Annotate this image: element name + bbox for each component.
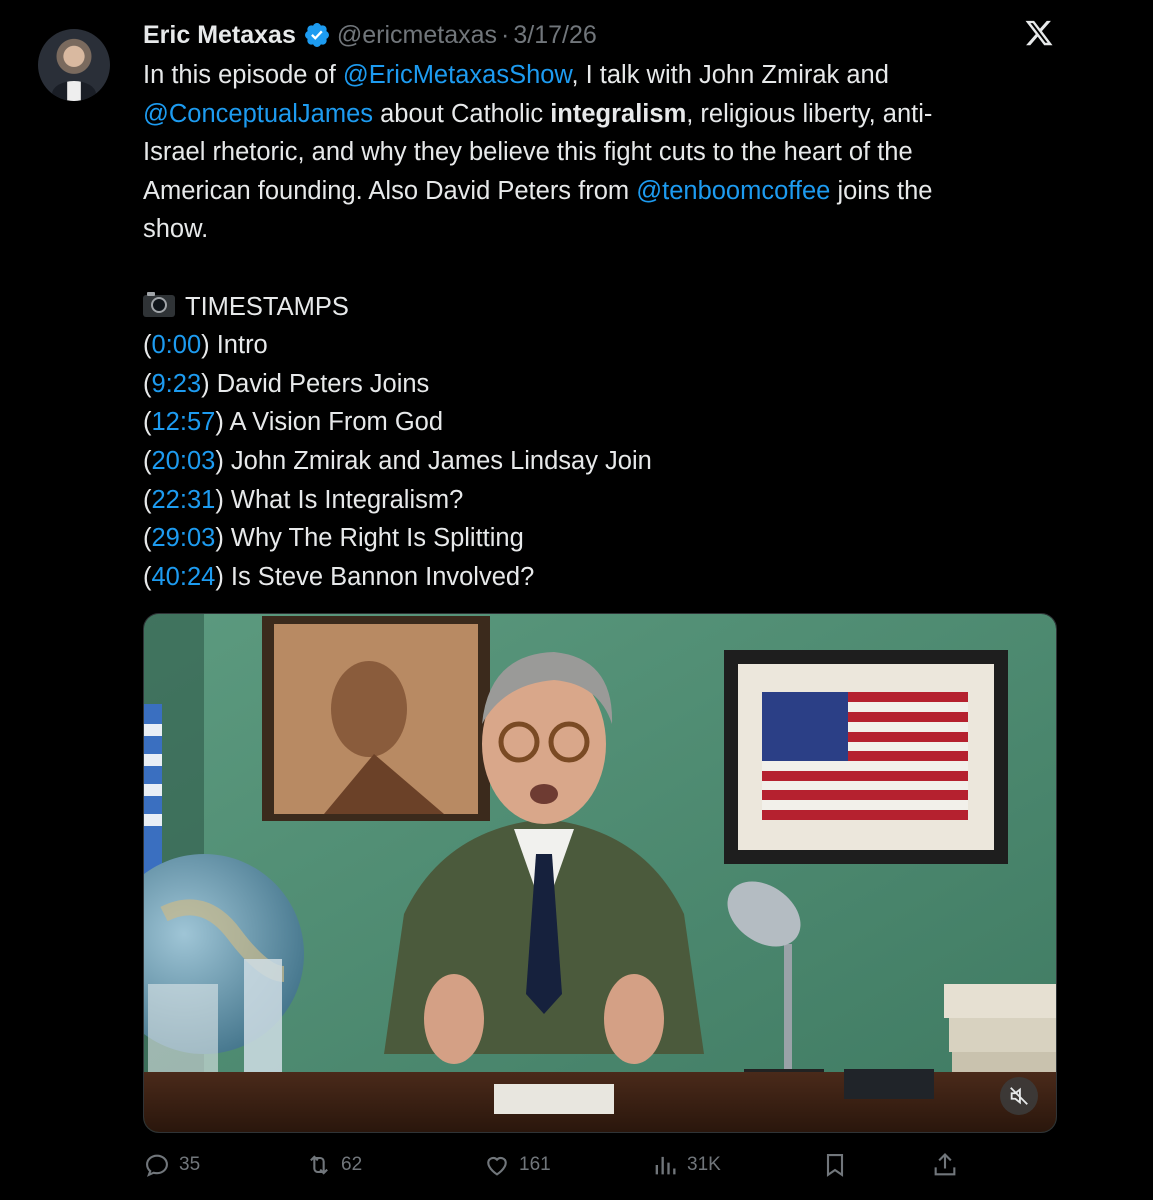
timestamp-label: What Is Integralism? (230, 485, 464, 514)
paren: ) (201, 369, 217, 398)
timestamp-row: (0:00) Intro (143, 326, 1053, 365)
bookmark-icon (826, 1154, 844, 1177)
action-bar: 35 62 161 31K (143, 1148, 963, 1182)
author-name[interactable]: Eric Metaxas (143, 21, 296, 50)
paren: ) (215, 485, 231, 514)
bold-keyword: integralism (550, 99, 687, 128)
timestamp-link[interactable]: 20:03 (152, 447, 216, 475)
author-handle[interactable]: @ericmetaxas (337, 21, 497, 50)
timestamp-row: (29:03) Why The Right Is Splitting (143, 519, 1053, 558)
share-icon (934, 1153, 956, 1176)
tweet-line: In this episode of @EricMetaxasShow, I t… (143, 56, 1053, 95)
timestamp-label: A Vision From God (229, 408, 444, 437)
repost-icon (310, 1155, 328, 1175)
video-frame (144, 614, 1056, 1132)
timestamp-label: Why The Right Is Splitting (230, 524, 524, 553)
views-button[interactable]: 31K (651, 1148, 721, 1182)
timestamp-link[interactable]: 0:00 (152, 331, 202, 359)
timestamp-link[interactable]: 40:24 (152, 563, 216, 591)
paren: ( (143, 408, 152, 437)
x-logo-icon[interactable] (1024, 18, 1054, 48)
reply-count: 35 (179, 1154, 201, 1175)
like-button[interactable]: 161 (483, 1148, 551, 1182)
timestamp-link[interactable]: 22:31 (152, 486, 216, 514)
text-span: joins the (830, 176, 933, 205)
reply-button[interactable]: 35 (143, 1148, 200, 1182)
paren: ( (143, 562, 152, 591)
author-avatar[interactable] (38, 29, 110, 101)
reply-icon (146, 1154, 168, 1177)
text-span: In this episode of (143, 61, 343, 89)
tweet-line: American founding. Also David Peters fro… (143, 172, 1053, 211)
paren: ( (143, 369, 152, 398)
paren: ( (143, 485, 152, 514)
tweet-header: Eric Metaxas @ericmetaxas · 3/17/26 (143, 18, 597, 52)
timestamp-label: John Zmirak and James Lindsay Join (230, 446, 652, 475)
bookmark-button[interactable] (821, 1148, 857, 1182)
timestamps-list: (0:00) Intro (9:23) David Peters Joins (12… (143, 326, 1053, 596)
views-icon (655, 1156, 676, 1175)
text-span: about Catholic (373, 99, 551, 128)
like-count: 161 (519, 1154, 551, 1175)
verified-badge-icon (304, 23, 329, 47)
timestamp-link[interactable]: 12:57 (152, 408, 216, 436)
like-icon (487, 1156, 507, 1176)
timestamp-link[interactable]: 9:23 (152, 370, 202, 398)
paren: ) (215, 446, 231, 475)
text-span: , I talk with John Zmirak and (571, 61, 889, 89)
paren: ( (143, 446, 152, 475)
tweet-line: @ConceptualJames about Catholic integral… (143, 95, 1053, 134)
share-button[interactable] (931, 1148, 967, 1182)
mention-conceptualjames[interactable]: @ConceptualJames (143, 100, 373, 128)
timestamp-label: Intro (216, 331, 268, 360)
timestamp-row: (40:24) Is Steve Bannon Involved? (143, 558, 1053, 597)
header-separator: · (501, 20, 510, 49)
text-span: American founding. Also David Peters fro… (143, 176, 637, 205)
timestamp-row: (12:57) A Vision From God (143, 403, 1053, 442)
views-count: 31K (687, 1154, 721, 1175)
paren: ( (143, 524, 152, 553)
timestamp-label: Is Steve Bannon Involved? (230, 562, 535, 591)
tweet-line: Israel rhetoric, and why they believe th… (143, 138, 913, 167)
tweet-line: show. (143, 215, 209, 244)
timestamp-link[interactable]: 29:03 (152, 524, 216, 552)
tweet-text: In this episode of @EricMetaxasShow, I t… (143, 56, 1053, 596)
timestamp-row: (20:03) John Zmirak and James Lindsay Jo… (143, 442, 1053, 481)
timestamps-heading: TIMESTAMPS (143, 288, 1053, 327)
paren: ) (215, 408, 230, 437)
mute-button[interactable] (1000, 1077, 1038, 1115)
timestamps-heading-text: TIMESTAMPS (185, 292, 349, 321)
mute-icon (1010, 1087, 1028, 1105)
text-span: , religious liberty, anti- (686, 99, 933, 128)
timestamp-row: (22:31) What Is Integralism? (143, 481, 1053, 520)
mention-ericmetaxasshow[interactable]: @EricMetaxasShow (343, 61, 572, 89)
timestamp-row: (9:23) David Peters Joins (143, 365, 1053, 404)
paren: ) (201, 331, 217, 360)
video-player[interactable] (143, 613, 1057, 1133)
mention-tenboomcoffee[interactable]: @tenboomcoffee (636, 177, 830, 205)
tweet-date[interactable]: 3/17/26 (513, 21, 596, 50)
repost-button[interactable]: 62 (305, 1148, 362, 1182)
repost-count: 62 (341, 1154, 363, 1175)
paren: ( (143, 331, 152, 360)
paren: ) (215, 524, 231, 553)
timestamp-label: David Peters Joins (216, 369, 430, 398)
paren: ) (215, 562, 231, 591)
camera-icon (143, 291, 175, 317)
